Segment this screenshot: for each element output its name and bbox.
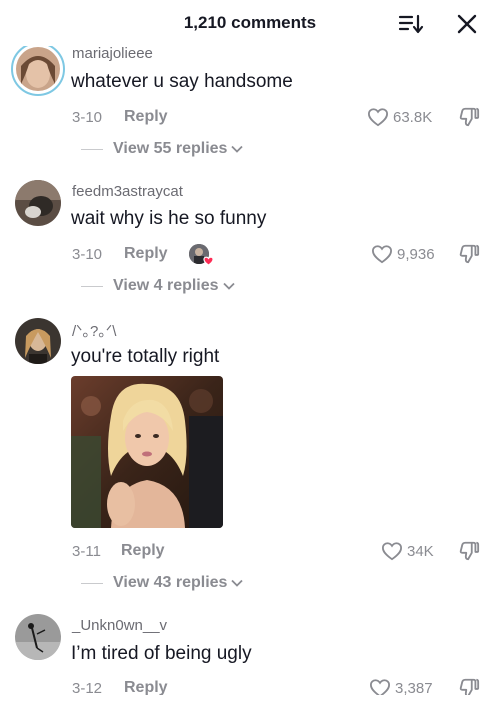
reply-button[interactable]: Reply	[124, 245, 168, 263]
chevron-down-icon	[222, 282, 235, 290]
reply-button[interactable]: Reply	[121, 542, 165, 560]
dislike-icon[interactable]	[458, 243, 480, 265]
like-count: 3,387	[395, 679, 433, 697]
divider	[81, 285, 103, 287]
comments-header: 1,210 comments	[0, 0, 500, 46]
avatar[interactable]	[15, 614, 61, 660]
comment-text: wait why is he so funny	[71, 208, 267, 229]
like-count: 34K	[407, 542, 434, 560]
like-count: 9,936	[397, 245, 435, 263]
comment-username[interactable]: feedm3astraycat	[72, 183, 183, 200]
comment-date: 3-10	[72, 109, 103, 126]
comment-date: 3-10	[72, 246, 103, 263]
comment-count-title: 1,210 comments	[183, 13, 317, 32]
view-replies-button[interactable]: View 55 replies	[81, 140, 244, 158]
chevron-down-icon	[231, 145, 244, 153]
comment-username[interactable]: mariajolieee	[72, 45, 153, 62]
view-replies-label: View 4 replies	[113, 277, 219, 294]
view-replies-label: View 55 replies	[113, 140, 228, 157]
comment-text: whatever u say handsome	[71, 71, 293, 92]
comment-username[interactable]: _Unkn0wn__v	[72, 617, 167, 634]
comment-date: 3-11	[72, 543, 101, 560]
avatar[interactable]	[11, 42, 65, 96]
bottom-mask	[0, 695, 500, 701]
reply-button[interactable]: Reply	[124, 108, 168, 126]
dislike-icon[interactable]	[458, 540, 480, 562]
close-icon[interactable]	[454, 11, 480, 37]
avatar[interactable]	[15, 318, 61, 364]
view-replies-button[interactable]: View 4 replies	[81, 277, 235, 295]
comment-text: you're totally right	[71, 346, 220, 367]
dislike-icon[interactable]	[458, 106, 480, 128]
like-count: 63.8K	[393, 108, 433, 126]
comment-text: I’m tired of being ugly	[71, 643, 252, 664]
view-replies-label: View 43 replies	[113, 574, 228, 591]
heart-icon	[381, 542, 403, 561]
like-button[interactable]: 34K	[381, 541, 434, 561]
avatar[interactable]	[15, 180, 61, 226]
gif-image[interactable]	[71, 376, 223, 528]
creator-liked-heart-icon	[203, 256, 214, 266]
divider	[81, 148, 103, 150]
like-button[interactable]: 63.8K	[367, 107, 432, 127]
like-button[interactable]: 9,936	[371, 244, 435, 264]
sort-icon[interactable]	[398, 12, 424, 36]
chevron-down-icon	[231, 579, 244, 587]
comment-username[interactable]: /ᐠ｡?｡ᐟ\	[72, 320, 116, 341]
heart-icon	[371, 245, 393, 264]
heart-icon	[367, 108, 389, 127]
divider	[81, 582, 103, 584]
view-replies-button[interactable]: View 43 replies	[81, 574, 244, 592]
